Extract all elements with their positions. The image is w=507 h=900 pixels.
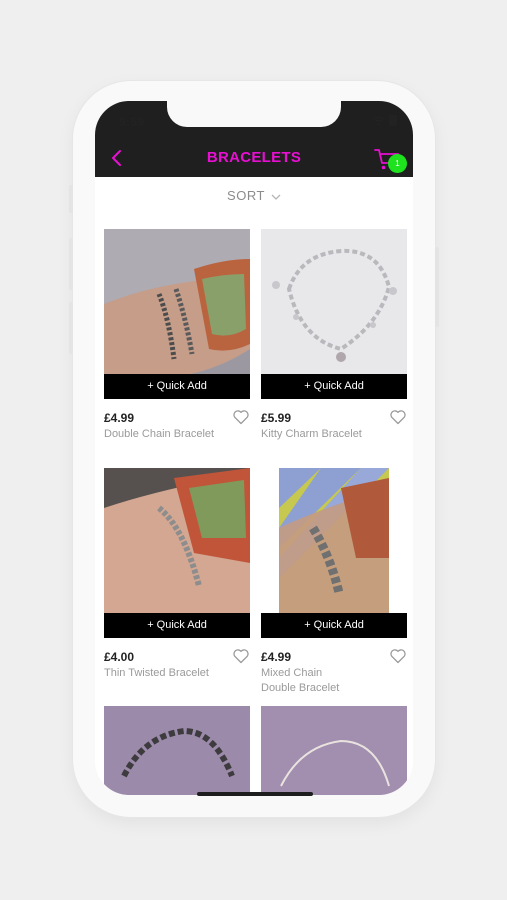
- sort-label: SORT: [227, 188, 265, 203]
- phone-power-button: [435, 247, 439, 327]
- quick-add-button[interactable]: + Quick Add: [261, 374, 407, 399]
- quick-add-button[interactable]: + Quick Add: [104, 613, 250, 638]
- product-image[interactable]: + Quick Add: [104, 229, 250, 399]
- phone-volume-down: [69, 302, 73, 354]
- status-icons: [372, 115, 397, 126]
- product-image[interactable]: + Quick Add: [261, 229, 407, 399]
- product-image[interactable]: [104, 706, 250, 795]
- heart-icon[interactable]: [232, 408, 250, 426]
- status-time: 9:59: [119, 115, 145, 129]
- product-name[interactable]: Kitty Charm Bracelet: [261, 427, 381, 442]
- product-grid: + Quick Add £4.99 Double Chain Bracelet: [95, 213, 413, 795]
- app-screen: 9:59 BRACELETS 1 SORT + Quick Add £4.99 …: [95, 101, 413, 795]
- product-name[interactable]: Double Chain Bracelet: [104, 427, 224, 442]
- page-title: BRACELETS: [206, 149, 302, 166]
- home-indicator: [197, 792, 313, 796]
- wifi-icon: [372, 116, 385, 126]
- product-image[interactable]: + Quick Add: [104, 468, 250, 638]
- sort-button[interactable]: SORT: [95, 188, 413, 203]
- product-price: £5.99: [261, 411, 292, 425]
- cart-count-badge: 1: [388, 154, 407, 173]
- product-image[interactable]: + Quick Add: [261, 468, 407, 638]
- battery-icon: [389, 115, 397, 126]
- product-name[interactable]: Thin Twisted Bracelet: [104, 666, 224, 681]
- heart-icon[interactable]: [232, 647, 250, 665]
- chevron-down-icon: [271, 194, 281, 200]
- quick-add-button[interactable]: + Quick Add: [261, 613, 407, 638]
- product-price: £4.99: [261, 650, 292, 664]
- phone-mute-switch: [69, 185, 73, 213]
- phone-volume-up: [69, 238, 73, 290]
- product-price: £4.00: [104, 650, 135, 664]
- heart-icon[interactable]: [389, 647, 407, 665]
- heart-icon[interactable]: [389, 408, 407, 426]
- sort-bar: SORT: [95, 177, 413, 214]
- product-name[interactable]: Mixed Chain Double Bracelet: [261, 666, 381, 696]
- product-image[interactable]: [261, 706, 407, 795]
- product-price: £4.99: [104, 411, 135, 425]
- quick-add-button[interactable]: + Quick Add: [104, 374, 250, 399]
- app-header: 9:59 BRACELETS 1: [95, 101, 413, 177]
- notch: [167, 101, 341, 127]
